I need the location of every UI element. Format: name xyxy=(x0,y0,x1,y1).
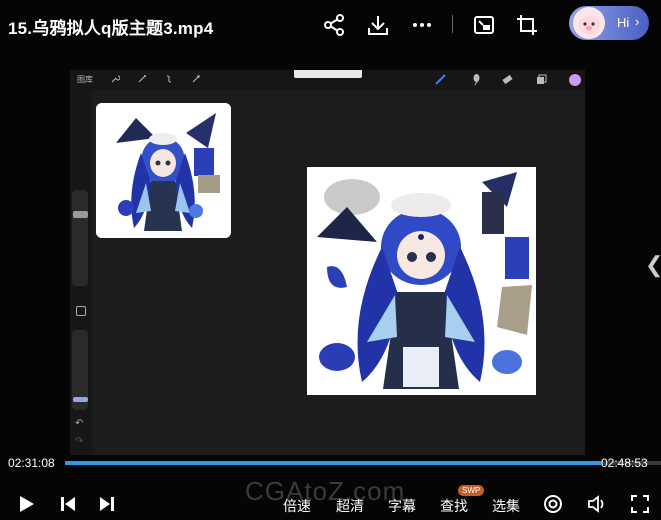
share-icon[interactable] xyxy=(322,13,346,37)
procreate-sidebar: ↶ ↷ xyxy=(70,90,92,455)
toolbar-divider xyxy=(452,15,453,33)
previous-icon[interactable] xyxy=(58,494,78,514)
watermark: CGAtoZ.com xyxy=(245,476,406,506)
download-icon[interactable] xyxy=(366,13,390,37)
total-time: 02:48:53 xyxy=(601,456,648,470)
magic-wand-icon xyxy=(138,75,146,83)
danmaku-icon[interactable] xyxy=(543,494,563,514)
volume-icon[interactable] xyxy=(587,494,607,514)
opacity-knob xyxy=(73,397,88,402)
video-frame[interactable]: 图库 ↶ ↷ xyxy=(70,70,585,455)
smudge-icon xyxy=(473,74,480,86)
modify-button-icon xyxy=(76,306,86,316)
chevron-right-icon: › xyxy=(635,14,640,29)
video-title: 15.乌鸦拟人q版主题3.mp4 xyxy=(8,19,214,38)
ai-avatar-icon xyxy=(573,7,605,39)
transform-icon xyxy=(192,75,201,83)
wrench-icon xyxy=(111,75,120,83)
side-panel-toggle[interactable]: ❮ xyxy=(645,252,661,278)
top-bar: 15.乌鸦拟人q版主题3.mp4 Hi › xyxy=(0,0,661,50)
color-swatch xyxy=(569,74,581,86)
main-artwork xyxy=(307,167,536,395)
subtitle-button[interactable]: 字幕 xyxy=(388,496,416,516)
redo-icon: ↷ xyxy=(75,436,84,447)
procreate-toolbar: 图库 xyxy=(70,70,585,90)
eraser-icon xyxy=(502,74,513,85)
selection-icon xyxy=(166,75,172,83)
speed-button[interactable]: 倍速 xyxy=(283,496,311,516)
search-badge: SWP xyxy=(458,485,485,496)
fullscreen-icon[interactable] xyxy=(630,494,650,514)
quality-button[interactable]: 超清 xyxy=(336,496,364,516)
crop-icon[interactable] xyxy=(515,13,539,37)
gallery-label: 图库 xyxy=(77,75,93,84)
ai-assistant-button[interactable]: Hi › xyxy=(569,6,649,40)
picture-in-picture-icon[interactable] xyxy=(472,13,496,37)
search-button[interactable]: 查找 xyxy=(440,496,468,516)
episodes-button[interactable]: 选集 xyxy=(492,496,520,516)
layers-icon xyxy=(537,74,547,84)
ai-button-label: Hi xyxy=(617,15,630,30)
reference-artwork xyxy=(96,103,231,238)
next-icon[interactable] xyxy=(97,494,117,514)
undo-icon: ↶ xyxy=(75,418,84,429)
canvas-info-tooltip xyxy=(294,70,362,78)
more-icon[interactable] xyxy=(410,13,434,37)
progress-bar[interactable] xyxy=(65,461,661,465)
brush-size-knob xyxy=(73,211,88,218)
brush-size-slider xyxy=(72,190,88,286)
play-icon[interactable] xyxy=(16,494,36,514)
brush-icon xyxy=(435,74,446,85)
progress-fill xyxy=(65,461,602,465)
current-time: 02:31:08 xyxy=(8,456,55,470)
